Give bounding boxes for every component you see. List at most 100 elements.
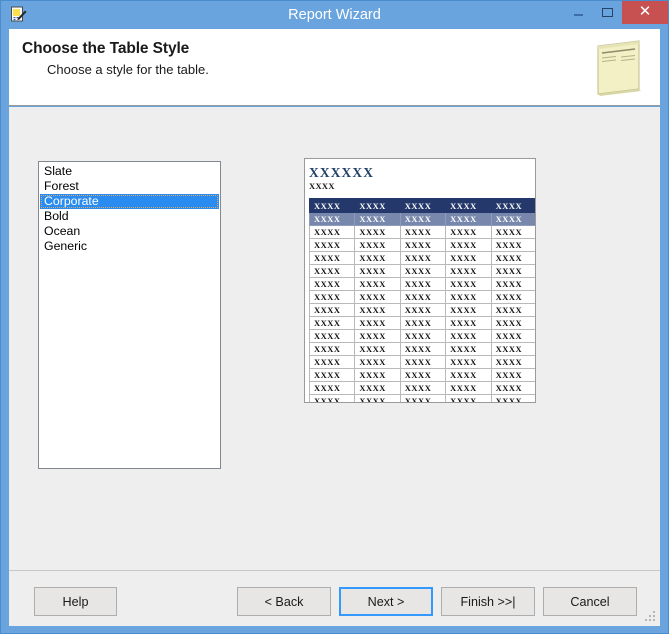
preview-title: XXXXXX xyxy=(309,161,536,181)
preview-data-row: XXXXXXXXXXXXXXXXXXXX xyxy=(310,395,537,404)
help-button[interactable]: Help xyxy=(34,587,117,616)
preview-cell: XXXX xyxy=(491,226,536,239)
preview-cell: XXXX xyxy=(310,356,355,369)
table-style-preview: XXXXXX XXXX XXXXXXXXXXXXXXXXXXXXXXXXXXXX… xyxy=(304,158,536,403)
finish-button[interactable]: Finish >>| xyxy=(441,587,535,616)
preview-cell: XXXX xyxy=(400,213,445,226)
preview-cell: XXXX xyxy=(355,356,400,369)
preview-content: XXXXXX XXXX XXXXXXXXXXXXXXXXXXXXXXXXXXXX… xyxy=(309,161,536,403)
style-list-item[interactable]: Corporate xyxy=(40,194,219,209)
preview-cell: XXXX xyxy=(310,226,355,239)
preview-data-row: XXXXXXXXXXXXXXXXXXXX xyxy=(310,226,537,239)
preview-cell: XXXX xyxy=(310,369,355,382)
style-list-item[interactable]: Bold xyxy=(39,209,220,224)
preview-cell: XXXX xyxy=(400,343,445,356)
preview-cell: XXXX xyxy=(446,317,491,330)
preview-cell: XXXX xyxy=(491,199,536,213)
preview-cell: XXXX xyxy=(400,369,445,382)
preview-cell: XXXX xyxy=(400,239,445,252)
preview-cell: XXXX xyxy=(446,330,491,343)
maximize-button[interactable] xyxy=(593,1,622,24)
preview-cell: XXXX xyxy=(400,278,445,291)
preview-data-row: XXXXXXXXXXXXXXXXXXXX xyxy=(310,239,537,252)
style-list-item[interactable]: Slate xyxy=(39,164,220,179)
preview-cell: XXXX xyxy=(491,278,536,291)
preview-cell: XXXX xyxy=(355,278,400,291)
preview-cell: XXXX xyxy=(310,199,355,213)
preview-cell: XXXX xyxy=(400,199,445,213)
preview-subtitle: XXXX xyxy=(309,181,536,196)
preview-cell: XXXX xyxy=(446,356,491,369)
preview-cell: XXXX xyxy=(446,265,491,278)
preview-cell: XXXX xyxy=(400,317,445,330)
preview-data-row: XXXXXXXXXXXXXXXXXXXX xyxy=(310,265,537,278)
preview-header-row: XXXXXXXXXXXXXXXXXXXX xyxy=(310,213,537,226)
style-list-item[interactable]: Ocean xyxy=(39,224,220,239)
preview-cell: XXXX xyxy=(400,252,445,265)
preview-cell: XXXX xyxy=(310,252,355,265)
preview-cell: XXXX xyxy=(310,213,355,226)
preview-cell: XXXX xyxy=(310,239,355,252)
minimize-icon xyxy=(574,14,583,16)
preview-cell: XXXX xyxy=(355,395,400,404)
preview-cell: XXXX xyxy=(400,291,445,304)
preview-cell: XXXX xyxy=(446,395,491,404)
preview-data-row: XXXXXXXXXXXXXXXXXXXX xyxy=(310,343,537,356)
preview-cell: XXXX xyxy=(446,239,491,252)
preview-data-row: XXXXXXXXXXXXXXXXXXXX xyxy=(310,252,537,265)
preview-cell: XXXX xyxy=(355,304,400,317)
preview-cell: XXXX xyxy=(355,265,400,278)
preview-cell: XXXX xyxy=(310,330,355,343)
report-document-icon xyxy=(590,37,648,99)
preview-cell: XXXX xyxy=(491,369,536,382)
back-button[interactable]: < Back xyxy=(237,587,331,616)
next-button[interactable]: Next > xyxy=(339,587,433,616)
preview-cell: XXXX xyxy=(491,304,536,317)
preview-cell: XXXX xyxy=(310,291,355,304)
preview-cell: XXXX xyxy=(310,265,355,278)
preview-cell: XXXX xyxy=(446,278,491,291)
preview-cell: XXXX xyxy=(491,330,536,343)
preview-cell: XXXX xyxy=(355,317,400,330)
cancel-button[interactable]: Cancel xyxy=(543,587,637,616)
preview-cell: XXXX xyxy=(355,330,400,343)
preview-cell: XXXX xyxy=(491,252,536,265)
preview-cell: XXXX xyxy=(446,369,491,382)
close-button[interactable]: ✕ xyxy=(622,1,668,24)
table-style-listbox[interactable]: SlateForestCorporateBoldOceanGeneric xyxy=(38,161,221,469)
preview-cell: XXXX xyxy=(446,291,491,304)
preview-cell: XXXX xyxy=(446,343,491,356)
preview-cell: XXXX xyxy=(400,356,445,369)
preview-cell: XXXX xyxy=(355,343,400,356)
preview-cell: XXXX xyxy=(355,382,400,395)
style-list-item[interactable]: Generic xyxy=(39,239,220,254)
preview-cell: XXXX xyxy=(355,213,400,226)
preview-data-row: XXXXXXXXXXXXXXXXXXXX xyxy=(310,278,537,291)
wizard-header: Choose the Table Style Choose a style fo… xyxy=(9,29,660,106)
preview-cell: XXXX xyxy=(310,343,355,356)
preview-data-row: XXXXXXXXXXXXXXXXXXXX xyxy=(310,304,537,317)
preview-cell: XXXX xyxy=(355,226,400,239)
preview-cell: XXXX xyxy=(310,278,355,291)
title-bar[interactable]: Report Wizard ✕ xyxy=(1,1,668,29)
preview-cell: XXXX xyxy=(310,382,355,395)
maximize-icon xyxy=(602,8,613,17)
preview-cell: XXXX xyxy=(355,252,400,265)
preview-cell: XXXX xyxy=(446,304,491,317)
resize-grip[interactable] xyxy=(644,610,657,623)
preview-data-row: XXXXXXXXXXXXXXXXXXXX xyxy=(310,330,537,343)
minimize-button[interactable] xyxy=(564,1,593,24)
preview-cell: XXXX xyxy=(355,291,400,304)
preview-cell: XXXX xyxy=(491,239,536,252)
preview-data-row: XXXXXXXXXXXXXXXXXXXX xyxy=(310,356,537,369)
preview-cell: XXXX xyxy=(446,252,491,265)
preview-cell: XXXX xyxy=(310,395,355,404)
preview-cell: XXXX xyxy=(400,395,445,404)
preview-cell: XXXX xyxy=(446,382,491,395)
report-wizard-window: Report Wizard ✕ Choose the Table Style C… xyxy=(0,0,669,634)
page-title: Choose the Table Style xyxy=(22,40,189,58)
preview-table: XXXXXXXXXXXXXXXXXXXXXXXXXXXXXXXXXXXXXXXX… xyxy=(309,198,536,403)
style-list-item[interactable]: Forest xyxy=(39,179,220,194)
preview-cell: XXXX xyxy=(355,369,400,382)
preview-data-row: XXXXXXXXXXXXXXXXXXXX xyxy=(310,369,537,382)
